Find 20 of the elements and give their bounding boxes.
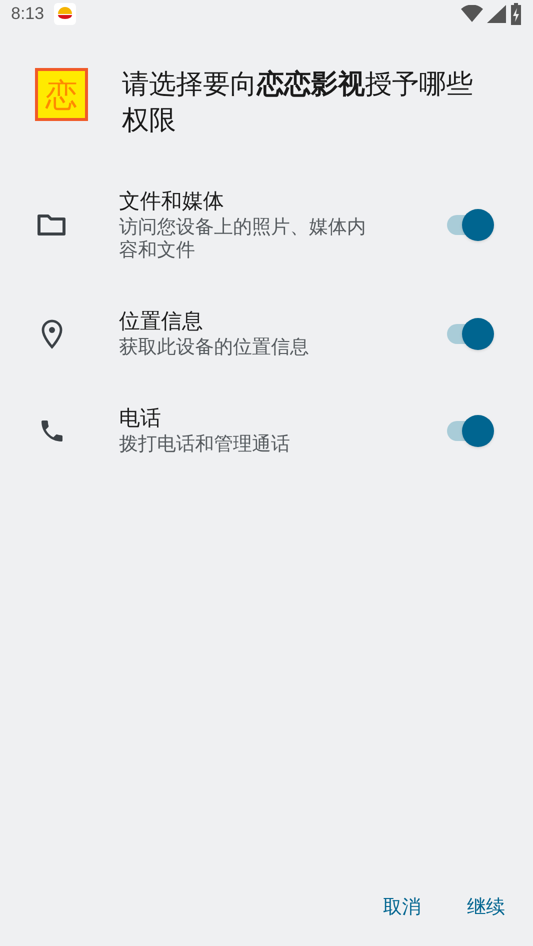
dialog-button[interactable]: 继续: [457, 888, 515, 928]
app-notification-icon: [54, 3, 76, 25]
folder-icon: [37, 213, 67, 237]
location-pin-icon: [41, 318, 63, 348]
permission-description: 访问您设备上的照片、媒体内容和文件: [119, 216, 367, 262]
app-icon: 恋: [35, 68, 88, 121]
dialog-button[interactable]: 取消: [373, 888, 431, 928]
battery-icon: [510, 3, 522, 25]
permission-toggle[interactable]: [445, 316, 495, 352]
signal-icon: [487, 5, 506, 23]
permission-toggle[interactable]: [445, 207, 495, 243]
status-time: 8:13: [11, 3, 44, 26]
dialog-title: 请选择要向恋恋影视授予哪些权限: [122, 68, 474, 137]
permission-title: 位置信息: [119, 309, 204, 335]
permission-title: 电话: [119, 406, 162, 432]
permission-title: 文件和媒体: [119, 189, 225, 215]
permission-description: 拨打电话和管理通话: [119, 433, 291, 456]
permission-toggle[interactable]: [445, 412, 495, 448]
permission-description: 获取此设备的位置信息: [119, 336, 310, 359]
wifi-icon: [461, 5, 483, 23]
